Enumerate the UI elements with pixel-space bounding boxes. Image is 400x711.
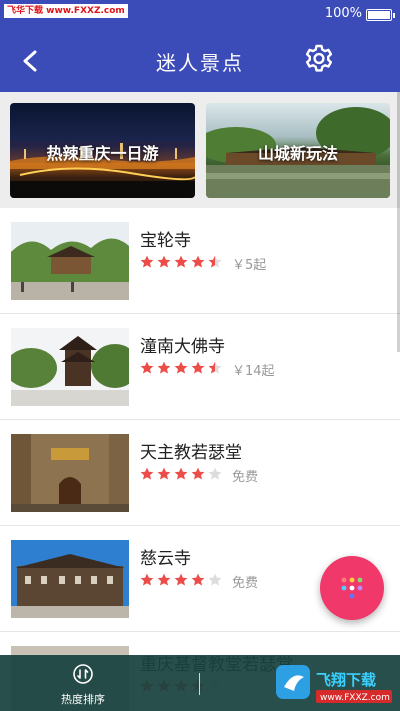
attraction-name: 潼南大佛寺 — [140, 337, 225, 357]
watermark-logo: 飞翔下载 www.FXXZ.com — [276, 665, 392, 703]
attraction-thumbnail — [11, 540, 129, 618]
dots-grid-icon — [341, 577, 363, 599]
star-icon — [191, 255, 205, 268]
page-title: 迷人景点 — [156, 51, 244, 75]
star-icon — [140, 255, 154, 268]
banner-new-ways-to-play[interactable]: 山城新玩法 — [206, 103, 390, 198]
star-icon — [208, 573, 222, 586]
star-icon — [191, 573, 205, 586]
rating-stars — [140, 573, 222, 587]
settings-button[interactable] — [302, 42, 336, 76]
star-icon — [191, 361, 205, 374]
star-icon — [191, 467, 205, 480]
banner-label: 山城新玩法 — [257, 144, 338, 163]
battery-percentage: 100% — [324, 6, 362, 21]
attraction-price: 免费 — [232, 470, 259, 485]
menu-fab-button[interactable] — [320, 556, 384, 620]
divider — [199, 673, 200, 695]
star-icon — [208, 467, 222, 480]
banner-chongqing-day-tour[interactable]: 热辣重庆一日游 — [10, 103, 195, 198]
attraction-price: ￥5起 — [232, 258, 267, 273]
star-icon — [140, 467, 154, 480]
site-logo: 飞华下载 www.FXXZ.com — [4, 4, 128, 18]
rating-stars — [140, 255, 222, 269]
star-icon — [174, 361, 188, 374]
rating-stars — [140, 361, 222, 375]
attraction-price: 免费 — [232, 576, 259, 591]
star-icon — [174, 573, 188, 586]
gear-icon — [305, 44, 333, 72]
star-icon — [208, 361, 222, 374]
sort-label: 热度排序 — [61, 693, 105, 706]
star-icon — [208, 255, 222, 268]
star-icon — [140, 573, 154, 586]
attraction-name: 宝轮寺 — [140, 231, 191, 251]
rating-stars — [140, 467, 222, 481]
attraction-thumbnail — [11, 222, 129, 300]
attraction-thumbnail — [11, 434, 129, 512]
attraction-name: 天主教若瑟堂 — [140, 443, 242, 463]
sort-icon — [73, 664, 93, 684]
star-icon — [174, 467, 188, 480]
star-icon — [174, 255, 188, 268]
attraction-thumbnail — [11, 328, 129, 406]
star-icon — [157, 573, 171, 586]
svg-text:www.FXXZ.com: www.FXXZ.com — [320, 693, 390, 703]
site-watermark: 飞翔下载 www.FXXZ.com — [276, 663, 394, 705]
banner-label: 热辣重庆一日游 — [46, 144, 159, 163]
attraction-price: ￥14起 — [232, 364, 275, 379]
status-bar: 飞华下载 www.FXXZ.com 100% — [0, 0, 400, 28]
banner-carousel: 热辣重庆一日游 山城新玩法 — [0, 92, 400, 208]
star-icon — [157, 255, 171, 268]
nav-bar: 迷人景点 — [0, 28, 400, 92]
star-icon — [157, 467, 171, 480]
list-item[interactable]: 天主教若瑟堂 免费 — [0, 420, 400, 526]
star-icon — [140, 361, 154, 374]
sort-by-popularity-button[interactable]: 热度排序 — [48, 659, 118, 707]
battery-icon — [366, 9, 395, 21]
svg-text:飞翔下载: 飞翔下载 — [316, 671, 376, 689]
list-item[interactable]: 宝轮寺 ￥5起 — [0, 208, 400, 314]
attraction-name: 慈云寺 — [140, 549, 191, 569]
list-item[interactable]: 潼南大佛寺 ￥14起 — [0, 314, 400, 420]
star-icon — [157, 361, 171, 374]
